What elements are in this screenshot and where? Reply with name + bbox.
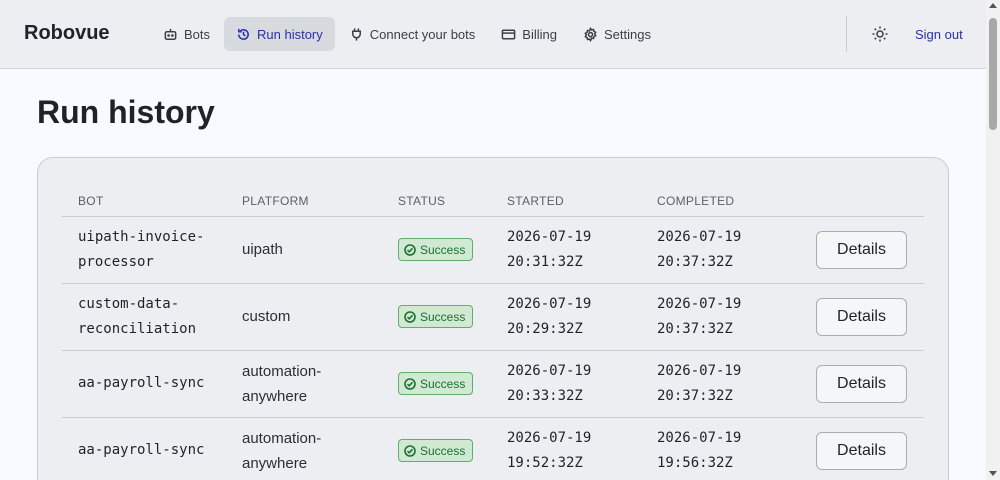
details-button[interactable]: Details <box>816 298 907 336</box>
top-navigation-bar: Robovue Bots Run history Connect your bo… <box>0 0 986 69</box>
main-nav: Bots Run history Connect your bots Billi… <box>151 17 665 51</box>
check-circle-icon <box>404 310 416 323</box>
bot-name: aa-payroll-sync <box>78 375 205 391</box>
status-badge: Success <box>398 439 474 462</box>
started-time: 2026-07-19 20:31:32Z <box>507 229 592 270</box>
theme-toggle-button[interactable] <box>871 25 889 43</box>
history-icon <box>238 28 249 40</box>
nav-divider <box>846 16 847 52</box>
sun-icon <box>872 26 888 42</box>
completed-time: 2026-07-19 19:56:32Z <box>657 430 742 471</box>
plug-icon <box>351 27 361 41</box>
started-time: 2026-07-19 20:33:32Z <box>507 363 592 404</box>
nav-item-connect-bots[interactable]: Connect your bots <box>337 17 488 51</box>
nav-item-label: Settings <box>603 26 651 42</box>
nav-item-run-history[interactable]: Run history <box>224 17 335 51</box>
details-button[interactable]: Details <box>816 432 907 470</box>
table-row: custom-data-reconciliation custom Succes… <box>62 284 924 351</box>
nav-item-label: Billing <box>522 26 557 42</box>
status-badge: Success <box>398 238 474 261</box>
details-button[interactable]: Details <box>816 231 907 269</box>
platform: automation-anywhere <box>242 363 322 405</box>
scroll-down-arrow-icon[interactable] <box>989 471 997 476</box>
scrollbar-thumb[interactable] <box>989 18 997 130</box>
nav-item-billing[interactable]: Billing <box>489 17 569 51</box>
check-circle-icon <box>404 377 416 390</box>
nav-item-label: Run history <box>257 26 323 42</box>
status-badge: Success <box>398 372 474 395</box>
platform: automation-anywhere <box>242 430 322 472</box>
nav-item-bots[interactable]: Bots <box>151 17 222 51</box>
check-circle-icon <box>404 444 416 457</box>
page-scrollbar[interactable] <box>986 0 1000 480</box>
status-badge: Success <box>398 305 474 328</box>
nav-item-label: Connect your bots <box>369 26 476 42</box>
table-row: aa-payroll-sync automation-anywhere Succ… <box>62 418 924 480</box>
robot-icon <box>164 28 177 40</box>
platform: uipath <box>242 241 283 258</box>
bot-name: custom-data-reconciliation <box>78 296 197 337</box>
nav-item-label: Bots <box>184 26 211 42</box>
column-header-platform: PLATFORM <box>242 194 309 208</box>
details-button[interactable]: Details <box>816 365 907 403</box>
bot-name: aa-payroll-sync <box>78 442 205 458</box>
column-header-completed: COMPLETED <box>657 194 735 208</box>
sign-out-link[interactable]: Sign out <box>915 27 963 42</box>
nav-item-settings[interactable]: Settings <box>571 17 663 51</box>
column-header-bot: BOT <box>78 194 104 208</box>
column-header-started: STARTED <box>507 194 564 208</box>
platform: custom <box>242 308 291 325</box>
started-time: 2026-07-19 20:29:32Z <box>507 296 592 337</box>
check-circle-icon <box>404 243 416 256</box>
table-row: uipath-invoice-processor uipath Success … <box>62 217 924 284</box>
completed-time: 2026-07-19 20:37:32Z <box>657 363 742 404</box>
scroll-up-arrow-icon[interactable] <box>989 3 997 8</box>
page-title: Run history <box>37 94 215 130</box>
column-header-status: STATUS <box>398 194 446 208</box>
started-time: 2026-07-19 19:52:32Z <box>507 430 592 471</box>
table-header: BOT PLATFORM STATUS STARTED COMPLETED <box>62 158 924 217</box>
table-row: aa-payroll-sync automation-anywhere Succ… <box>62 351 924 418</box>
completed-time: 2026-07-19 20:37:32Z <box>657 229 742 270</box>
run-history-table: BOT PLATFORM STATUS STARTED COMPLETED ui… <box>37 157 949 480</box>
brand-logo[interactable]: Robovue <box>24 22 110 45</box>
bot-name: uipath-invoice-processor <box>78 229 205 270</box>
gear-icon <box>584 26 597 42</box>
completed-time: 2026-07-19 20:37:32Z <box>657 296 742 337</box>
credit-card-icon <box>501 29 516 39</box>
